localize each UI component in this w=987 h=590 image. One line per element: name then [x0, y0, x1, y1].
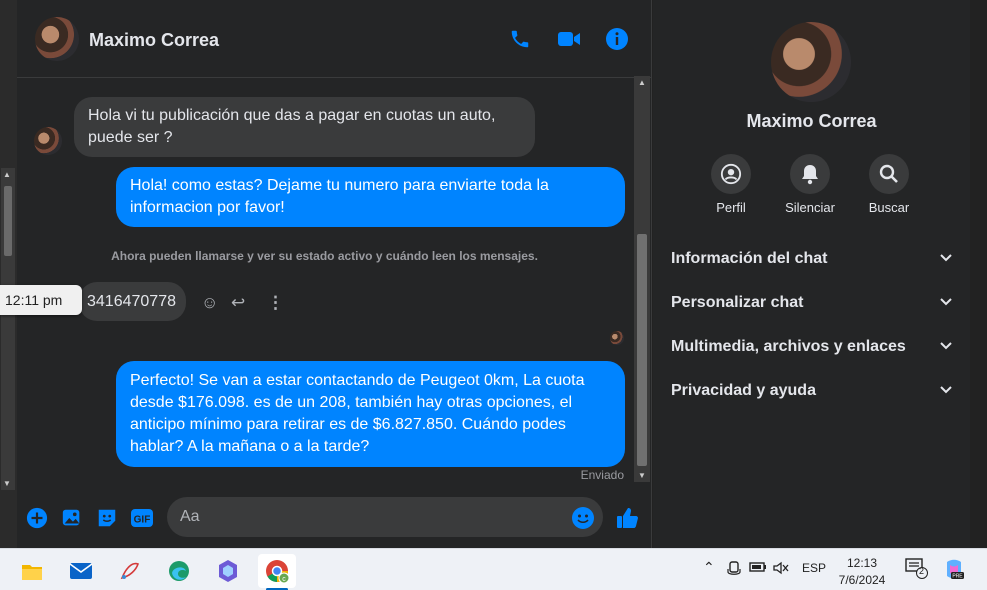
search-label: Buscar [868, 200, 910, 215]
system-notice: Ahora pueden llamarse y ver su estado ac… [111, 249, 538, 263]
profile-name: Maximo Correa [746, 111, 877, 131]
taskbar: c ⌃ ESP 12:13 7/6/2024 2 PRE [0, 548, 987, 590]
composer-bar: GIF [17, 490, 652, 548]
video-call-icon[interactable] [556, 26, 582, 52]
chrome-icon[interactable]: c [258, 554, 296, 590]
chevron-down-icon [939, 382, 953, 400]
section-privacy-help[interactable]: Privacidad y ayuda [671, 373, 953, 409]
sticker-icon[interactable] [94, 505, 120, 531]
profile-icon[interactable] [711, 154, 751, 194]
gif-icon[interactable]: GIF [129, 505, 155, 531]
svg-text:GIF: GIF [134, 515, 151, 526]
image-gallery-icon[interactable] [59, 505, 85, 531]
search-action[interactable]: Buscar [849, 154, 929, 215]
section-media-files[interactable]: Multimedia, archivos y enlaces [671, 329, 953, 365]
bell-icon[interactable] [790, 154, 830, 194]
scrollbar-thumb[interactable] [637, 234, 647, 466]
scroll-down-arrow-icon[interactable]: ▼ [3, 479, 11, 488]
sent-status: Enviado [580, 468, 624, 482]
scroll-down-arrow-icon[interactable]: ▼ [638, 471, 646, 480]
contact-avatar[interactable] [35, 17, 79, 61]
notification-center-icon[interactable]: 2 [905, 557, 929, 582]
paint-icon[interactable] [111, 554, 149, 588]
svg-text:c: c [282, 576, 286, 583]
message-list: Hola vi tu publicación que das a pagar e… [0, 79, 632, 489]
mail-icon[interactable] [62, 554, 100, 588]
battery-icon[interactable] [749, 561, 767, 576]
add-plus-icon[interactable] [24, 505, 50, 531]
incoming-phone-message[interactable]: 3416470778 [79, 282, 186, 321]
chevron-down-icon [939, 250, 953, 268]
window-edge [970, 0, 987, 548]
more-options-icon[interactable]: ⋮ [267, 293, 284, 313]
seen-avatar [610, 331, 624, 345]
volume-muted-icon[interactable] [773, 561, 789, 578]
chat-pane: Maximo Correa Hola vi tu publicación que… [0, 0, 652, 548]
profile-label: Perfil [716, 200, 746, 215]
search-icon[interactable] [869, 154, 909, 194]
info-icon[interactable] [604, 26, 630, 52]
react-emoji-icon[interactable]: ☺ [201, 293, 218, 313]
system-clock[interactable]: 12:13 7/6/2024 [826, 555, 898, 589]
svg-text:PRE: PRE [952, 574, 963, 580]
file-explorer-icon[interactable] [13, 554, 51, 588]
chevron-down-icon [939, 294, 953, 312]
edge-icon[interactable] [160, 554, 198, 588]
section-chat-info[interactable]: Información del chat [671, 241, 953, 277]
clock-time: 12:13 [846, 556, 878, 570]
section-label: Personalizar chat [671, 294, 804, 311]
phone-call-icon[interactable] [507, 26, 533, 52]
chevron-down-icon [939, 338, 953, 356]
reply-icon[interactable]: ↩ [231, 293, 245, 313]
chat-scrollbar[interactable]: ▲ ▼ [634, 76, 650, 482]
emoji-icon[interactable] [570, 505, 596, 531]
screen: ▲ ▼ Maximo Correa Hola vi tu publicación… [0, 0, 987, 590]
section-label: Información del chat [671, 250, 828, 267]
mute-label: Silenciar [785, 200, 835, 215]
mute-action[interactable]: Silenciar [770, 154, 850, 215]
notification-count: 2 [919, 566, 925, 576]
language-indicator[interactable]: ESP [802, 561, 826, 575]
chat-header: Maximo Correa [17, 0, 652, 78]
copilot-preview-icon[interactable]: PRE [943, 558, 965, 583]
sender-avatar[interactable] [34, 127, 62, 155]
clock-date: 7/6/2024 [838, 573, 886, 587]
incoming-message[interactable]: Hola vi tu publicación que das a pagar e… [74, 97, 535, 157]
contact-name[interactable]: Maximo Correa [89, 30, 219, 51]
copilot-icon[interactable] [209, 554, 247, 588]
background-window-strip: ▲ ▼ [0, 0, 17, 548]
section-customize-chat[interactable]: Personalizar chat [671, 285, 953, 321]
show-hidden-icons-chevron-icon[interactable]: ⌃ [703, 559, 715, 576]
background-scrollbar[interactable]: ▲ ▼ [1, 168, 15, 490]
scrollbar-thumb[interactable] [4, 186, 12, 256]
meet-now-icon[interactable] [727, 561, 741, 580]
outgoing-message[interactable]: Perfecto! Se van a estar contactando de … [116, 361, 625, 467]
conversation-info-panel: Maximo Correa Perfil Silenciar Buscar In… [653, 0, 970, 548]
message-time-tooltip: 12:11 pm [0, 285, 82, 315]
thumbs-up-icon[interactable] [614, 505, 640, 531]
profile-avatar[interactable] [771, 22, 851, 102]
scroll-up-arrow-icon[interactable]: ▲ [3, 170, 11, 179]
section-label: Privacidad y ayuda [671, 382, 816, 399]
profile-action[interactable]: Perfil [691, 154, 771, 215]
section-label: Multimedia, archivos y enlaces [671, 338, 906, 355]
scroll-up-arrow-icon[interactable]: ▲ [638, 78, 646, 87]
outgoing-message[interactable]: Hola! como estas? Dejame tu numero para … [116, 167, 625, 227]
message-input[interactable] [167, 497, 603, 537]
